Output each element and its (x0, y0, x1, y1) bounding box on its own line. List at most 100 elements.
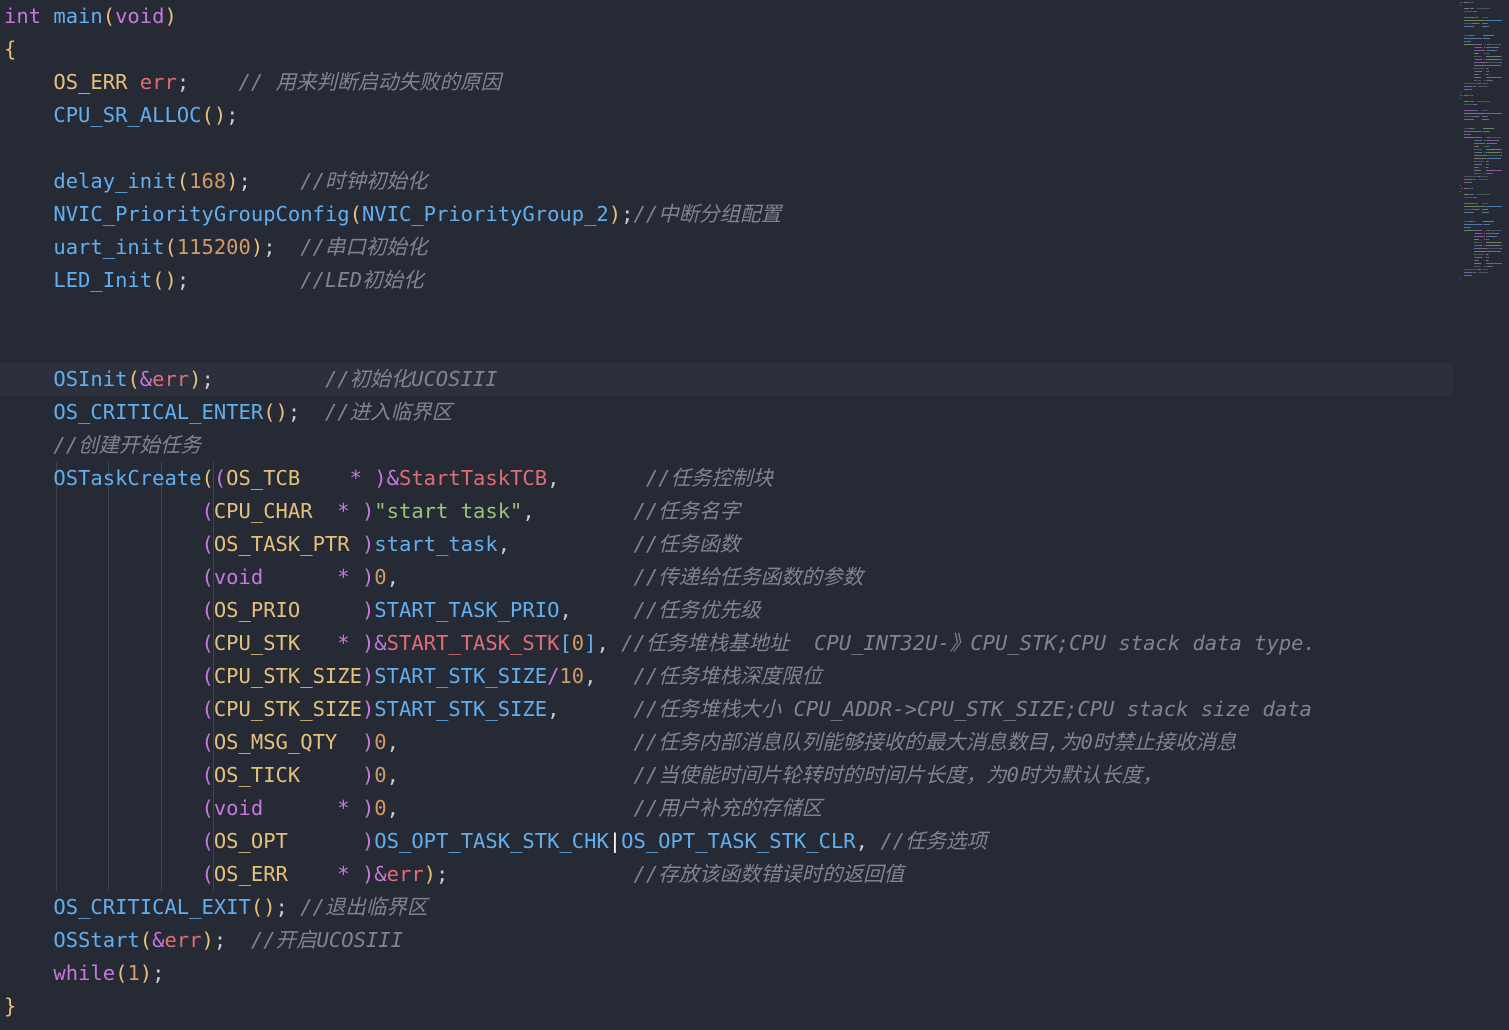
minimap-stroke (1488, 44, 1500, 45)
code-line-27[interactable]: (OS_ERR * )&err); //存放该函数错误时的返回值 (0, 858, 1453, 891)
code-text: (OS_OPT )OS_OPT_TASK_STK_CHK|OS_OPT_TASK… (4, 825, 987, 858)
token: uart_init (53, 235, 165, 259)
token: ) (361, 730, 375, 754)
code-line-25[interactable]: (void * )0, //用户补充的存储区 (0, 792, 1453, 825)
token: ( (139, 928, 153, 952)
minimap-stroke (1487, 254, 1489, 255)
code-text: (OS_ERR * )&err); //存放该函数错误时的返回值 (4, 858, 904, 891)
token: ( (201, 532, 214, 556)
token: | (608, 829, 622, 853)
code-line-6[interactable]: delay_init(168); //时钟初始化 (0, 165, 1453, 198)
token: , (497, 532, 511, 556)
minimap-stroke (1475, 74, 1479, 75)
code-text: (OS_PRIO )START_TASK_PRIO, //任务优先级 (4, 594, 760, 627)
token: while (53, 961, 116, 985)
minimap-stroke (1481, 23, 1488, 24)
minimap-stroke (1487, 68, 1489, 69)
code-line-21[interactable]: (CPU_STK_SIZE)START_STK_SIZE/10, //任务堆栈深… (0, 660, 1453, 693)
minimap-stroke (1475, 260, 1479, 261)
code-line-29[interactable]: OSStart(&err); //开启UCOSIII (0, 924, 1453, 957)
token: LED_Init (53, 268, 153, 292)
minimap-stroke (1484, 47, 1486, 48)
minimap-stroke (1474, 128, 1476, 129)
minimap-stroke (1476, 11, 1478, 12)
code-line-15[interactable]: OSTaskCreate((OS_TCB * )&StartTaskTCB, /… (0, 462, 1453, 495)
token: ( (213, 466, 227, 490)
token: //用户补充的存储区 (633, 796, 823, 820)
minimap-stroke (1463, 113, 1486, 114)
token: ) (139, 961, 153, 985)
code-line-24[interactable]: (OS_TICK )0, //当使能时间片轮转时的时间片长度，为0时为默认长度， (0, 759, 1453, 792)
code-line-2[interactable]: { (0, 33, 1453, 66)
code-line-8[interactable]: uart_init(115200); //串口初始化 (0, 231, 1453, 264)
minimap-stroke (1475, 167, 1479, 168)
minimap-stroke (1499, 230, 1501, 231)
token: ) (374, 466, 387, 490)
minimap-stroke (1475, 263, 1481, 264)
code-line-5[interactable] (0, 132, 1453, 165)
code-line-28[interactable]: OS_CRITICAL_EXIT(); //退出临界区 (0, 891, 1453, 924)
token: ( (349, 202, 362, 226)
minimap-stroke (1481, 203, 1488, 204)
token: ( (176, 169, 190, 193)
code-text: (OS_TASK_PTR )start_task, //任务函数 (4, 528, 740, 561)
token: ( (164, 235, 177, 259)
minimap-stroke (1475, 140, 1483, 141)
code-line-18[interactable]: (void * )0, //传递给任务函数的参数 (0, 561, 1453, 594)
minimap[interactable] (1456, 0, 1509, 340)
code-line-3[interactable]: OS_ERR err; // 用来判断启动失败的原因 (0, 66, 1453, 99)
minimap-stroke (1479, 269, 1481, 270)
minimap-stroke (1484, 260, 1486, 261)
minimap-stroke (1474, 35, 1476, 36)
code-line-7[interactable]: NVIC_PriorityGroupConfig(NVIC_PriorityGr… (0, 198, 1453, 231)
code-line-30[interactable]: while(1); (0, 957, 1453, 990)
code-line-20[interactable]: (CPU_STK * )&START_TASK_STK[0], //任务堆栈基地… (0, 627, 1453, 660)
code-editor[interactable]: int main(void){ OS_ERR err; // 用来判断启动失败的… (0, 0, 1453, 1030)
token: ( (201, 829, 214, 853)
minimap-stroke (1474, 221, 1476, 222)
minimap-stroke (1470, 89, 1472, 90)
code-line-31[interactable]: } (0, 990, 1453, 1023)
code-line-16[interactable]: (CPU_CHAR * )"start task", //任务名字 (0, 495, 1453, 528)
code-line-10[interactable] (0, 297, 1453, 330)
code-text: OS_ERR err; // 用来判断启动失败的原因 (4, 66, 501, 99)
code-line-17[interactable]: (OS_TASK_PTR )start_task, //任务函数 (0, 528, 1453, 561)
minimap-stroke (1480, 224, 1482, 225)
minimap-stroke (1475, 62, 1487, 63)
minimap-stroke (1463, 209, 1472, 210)
token: , (596, 631, 609, 655)
code-line-26[interactable]: (OS_OPT )OS_OPT_TASK_STK_CHK|OS_OPT_TASK… (0, 825, 1453, 858)
token: ( (201, 730, 214, 754)
code-text: CPU_SR_ALLOC(); (4, 99, 238, 132)
code-line-19[interactable]: (OS_PRIO )START_TASK_PRIO, //任务优先级 (0, 594, 1453, 627)
minimap-stroke (1484, 59, 1486, 60)
code-line-14[interactable]: //创建开始任务 (0, 429, 1453, 462)
minimap-stroke (1463, 230, 1475, 231)
token: //当使能时间片轮转时的时间片长度，为0时为默认长度， (633, 763, 1163, 787)
code-line-13[interactable]: OS_CRITICAL_ENTER(); //进入临界区 (0, 396, 1453, 429)
minimap-stroke (1483, 38, 1490, 39)
minimap-stroke (1487, 71, 1489, 72)
code-line-9[interactable]: LED_Init(); //LED初始化 (0, 264, 1453, 297)
code-line-1[interactable]: int main(void) (0, 0, 1453, 33)
code-line-22[interactable]: (CPU_STK_SIZE)START_STK_SIZE, //任务堆栈大小 C… (0, 693, 1453, 726)
minimap-stroke (1475, 236, 1486, 237)
code-line-4[interactable]: CPU_SR_ALLOC(); (0, 99, 1453, 132)
token: ) (608, 202, 622, 226)
code-line-12[interactable]: OSInit(&err); //初始化UCOSIII (0, 363, 1453, 396)
code-text: //创建开始任务 (4, 429, 201, 462)
token: ) (361, 532, 375, 556)
code-line-23[interactable]: (OS_MSG_QTY )0, //任务内部消息队列能够接收的最大消息数目,为0… (0, 726, 1453, 759)
minimap-stroke (1476, 137, 1482, 138)
minimap-stroke (1478, 86, 1488, 87)
code-text: } (4, 990, 16, 1023)
code-line-11[interactable] (0, 330, 1453, 363)
token: START_STK_SIZE (374, 697, 548, 721)
token: err (152, 367, 190, 391)
